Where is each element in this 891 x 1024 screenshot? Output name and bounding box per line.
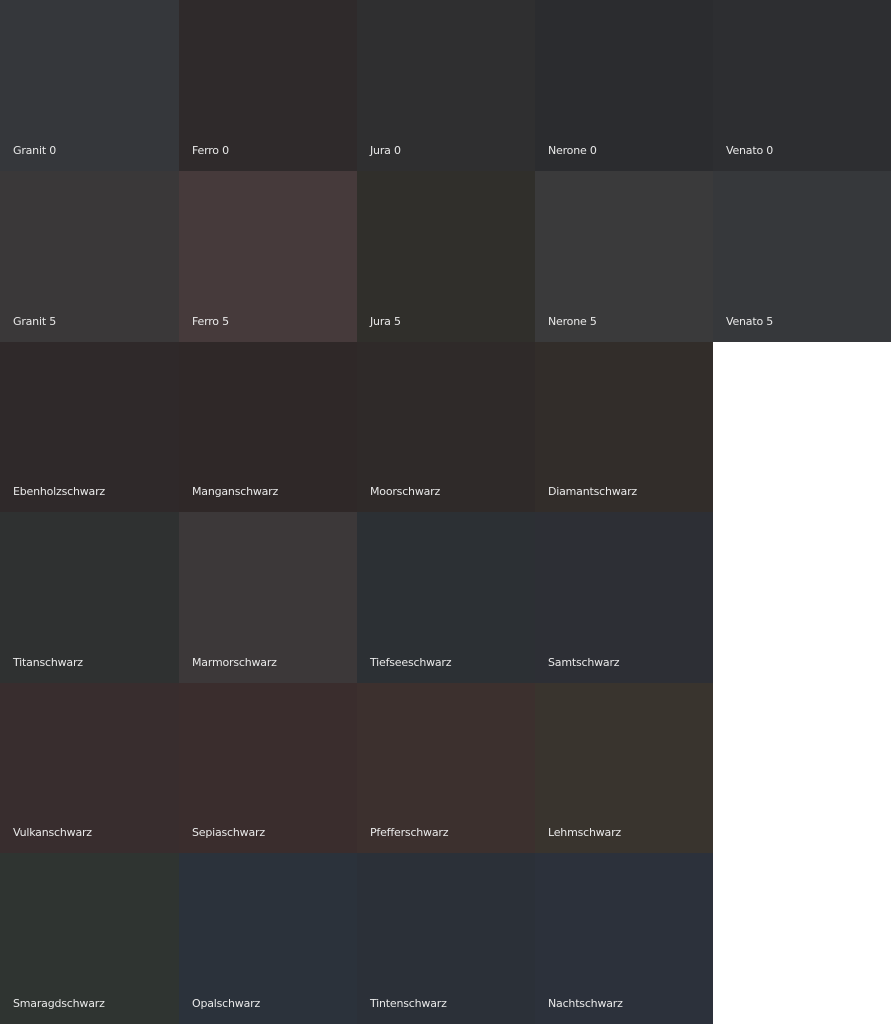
swatch-titanschwarz[interactable]: Titanschwarz: [0, 512, 179, 683]
swatch-ferro-0[interactable]: Ferro 0: [179, 0, 357, 171]
swatch-label: Jura 5: [370, 315, 401, 328]
swatch-label: Marmorschwarz: [192, 656, 277, 669]
swatch-marmorschwarz[interactable]: Marmorschwarz: [179, 512, 357, 683]
swatch-label: Venato 5: [726, 315, 774, 328]
swatch-nerone-0[interactable]: Nerone 0: [535, 0, 713, 171]
empty-cell: [713, 853, 891, 1024]
swatch-label: Opalschwarz: [192, 997, 261, 1010]
swatch-moorschwarz[interactable]: Moorschwarz: [357, 342, 535, 512]
swatch-label: Jura 0: [370, 144, 401, 157]
swatch-ferro-5[interactable]: Ferro 5: [179, 171, 357, 342]
swatch-label: Smaragdschwarz: [13, 997, 105, 1010]
swatch-label: Pfefferschwarz: [370, 826, 449, 839]
swatch-label: Moorschwarz: [370, 485, 441, 498]
swatch-vulkanschwarz[interactable]: Vulkanschwarz: [0, 683, 179, 853]
swatch-label: Granit 0: [13, 144, 57, 157]
swatch-diamantschwarz[interactable]: Diamantschwarz: [535, 342, 713, 512]
swatch-label: Samtschwarz: [548, 656, 620, 669]
swatch-venato-0[interactable]: Venato 0: [713, 0, 891, 171]
swatch-label: Granit 5: [13, 315, 57, 328]
swatch-label: Nachtschwarz: [548, 997, 623, 1010]
swatch-label: Nerone 0: [548, 144, 597, 157]
swatch-label: Manganschwarz: [192, 485, 279, 498]
swatch-sepiaschwarz[interactable]: Sepiaschwarz: [179, 683, 357, 853]
swatch-manganschwarz[interactable]: Manganschwarz: [179, 342, 357, 512]
empty-cell: [713, 342, 891, 512]
swatch-label: Sepiaschwarz: [192, 826, 265, 839]
swatch-samtschwarz[interactable]: Samtschwarz: [535, 512, 713, 683]
swatch-venato-5[interactable]: Venato 5: [713, 171, 891, 342]
swatch-smaragdschwarz[interactable]: Smaragdschwarz: [0, 853, 179, 1024]
swatch-lehmschwarz[interactable]: Lehmschwarz: [535, 683, 713, 853]
swatch-label: Tintenschwarz: [370, 997, 447, 1010]
swatch-label: Vulkanschwarz: [13, 826, 92, 839]
swatch-granit-0[interactable]: Granit 0: [0, 0, 179, 171]
swatch-label: Ferro 0: [192, 144, 229, 157]
swatch-label: Lehmschwarz: [548, 826, 621, 839]
swatch-label: Diamantschwarz: [548, 485, 637, 498]
swatch-opalschwarz[interactable]: Opalschwarz: [179, 853, 357, 1024]
empty-cell: [713, 512, 891, 683]
swatch-jura-0[interactable]: Jura 0: [357, 0, 535, 171]
swatch-nachtschwarz[interactable]: Nachtschwarz: [535, 853, 713, 1024]
swatch-label: Venato 0: [726, 144, 774, 157]
swatch-pfefferschwarz[interactable]: Pfefferschwarz: [357, 683, 535, 853]
swatch-tiefseeschwarz[interactable]: Tiefseeschwarz: [357, 512, 535, 683]
swatch-label: Ebenholzschwarz: [13, 485, 105, 498]
swatch-label: Nerone 5: [548, 315, 597, 328]
swatch-granit-5[interactable]: Granit 5: [0, 171, 179, 342]
swatch-nerone-5[interactable]: Nerone 5: [535, 171, 713, 342]
swatch-label: Tiefseeschwarz: [370, 656, 452, 669]
empty-cell: [713, 683, 891, 853]
swatch-jura-5[interactable]: Jura 5: [357, 171, 535, 342]
color-swatch-grid: Granit 0 Ferro 0 Jura 0 Nerone 0 Venato …: [0, 0, 891, 1024]
swatch-ebenholzschwarz[interactable]: Ebenholzschwarz: [0, 342, 179, 512]
swatch-tintenschwarz[interactable]: Tintenschwarz: [357, 853, 535, 1024]
swatch-label: Titanschwarz: [13, 656, 83, 669]
swatch-label: Ferro 5: [192, 315, 229, 328]
